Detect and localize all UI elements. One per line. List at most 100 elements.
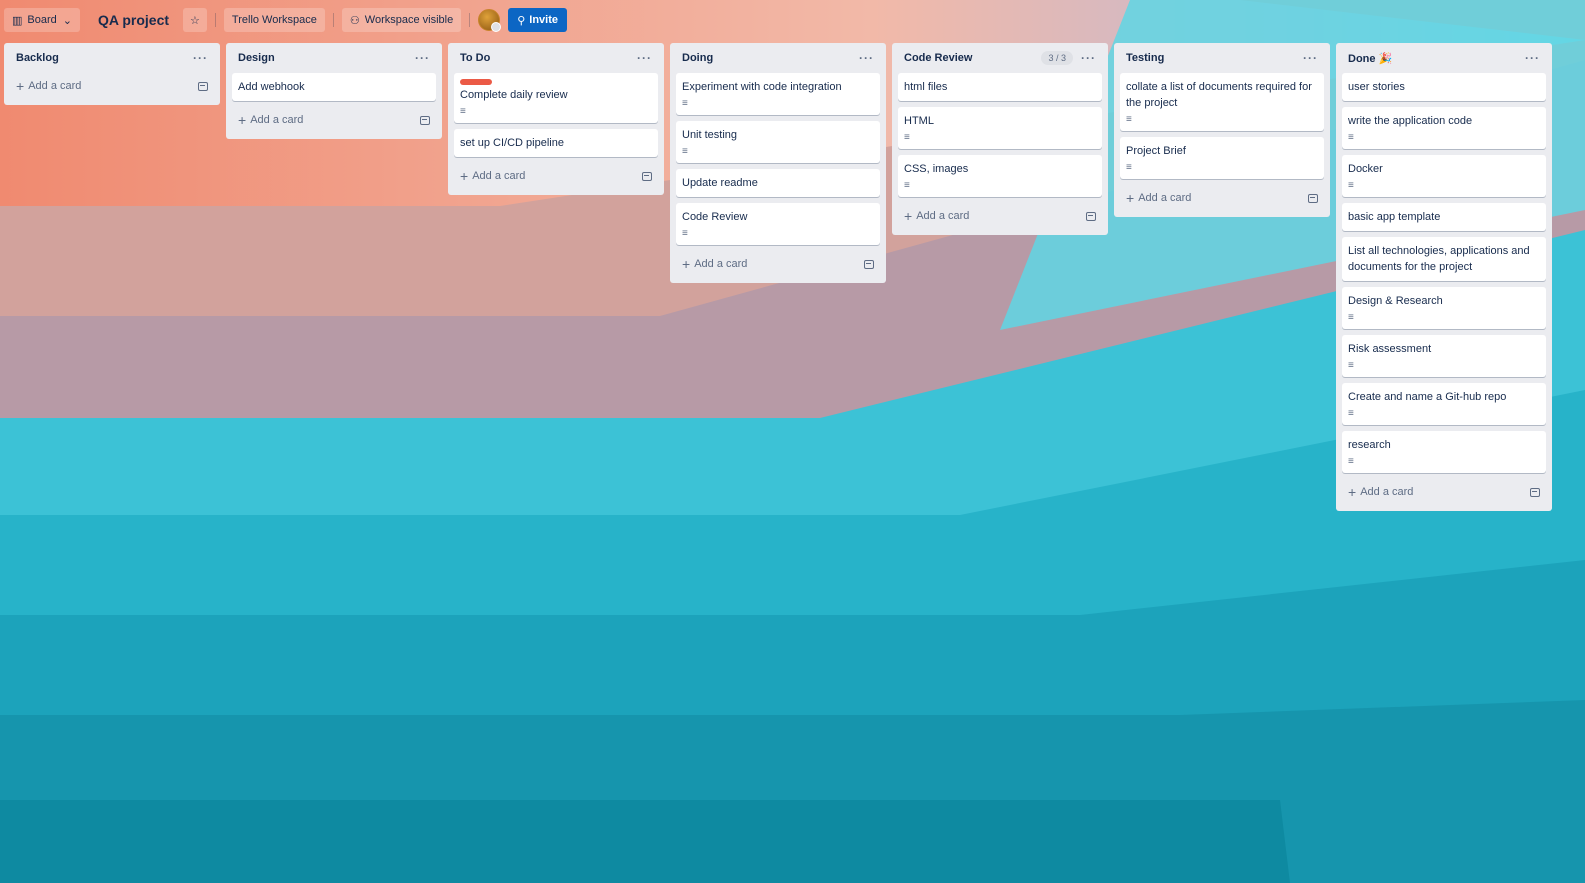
list-header: Backlog ··· (10, 43, 214, 73)
card-template-icon[interactable] (420, 115, 430, 125)
card[interactable]: Risk assessment ≡ (1342, 335, 1546, 377)
card[interactable]: Unit testing ≡ (676, 121, 880, 163)
card[interactable]: List all technologies, applications and … (1342, 237, 1546, 281)
list-column[interactable]: Design ··· Add webhook + Add a card (226, 43, 442, 139)
avatar[interactable] (478, 9, 502, 32)
card[interactable]: html files (898, 73, 1102, 101)
card[interactable]: Code Review ≡ (676, 203, 880, 245)
add-card-label: Add a card (250, 114, 304, 126)
add-card-row: + Add a card (232, 107, 436, 133)
divider (332, 13, 334, 27)
description-icon: ≡ (1126, 162, 1132, 173)
card[interactable]: Experiment with code integration ≡ (676, 73, 880, 115)
description-icon: ≡ (904, 180, 910, 191)
star-button[interactable]: ☆ (183, 8, 207, 32)
card[interactable]: Complete daily review ≡ (454, 73, 658, 123)
list-title[interactable]: Design (238, 52, 275, 64)
card-title: collate a list of documents required for… (1126, 81, 1312, 109)
card[interactable]: Create and name a Git-hub repo ≡ (1342, 383, 1546, 425)
list-column[interactable]: Done 🎉 ··· user stories write the applicati… (1336, 43, 1552, 511)
list-actions: ··· (1303, 51, 1318, 65)
list-title[interactable]: Doing (682, 52, 713, 64)
description-icon: ≡ (682, 146, 688, 157)
list-column[interactable]: To Do ··· Complete daily review ≡ set up CI/… (448, 43, 664, 195)
description-icon: ≡ (682, 98, 688, 109)
list-title[interactable]: Code Review (904, 52, 972, 64)
add-card-row: + Add a card (10, 73, 214, 99)
people-icon: ⚇ (349, 14, 360, 27)
list-actions: ··· (193, 51, 208, 65)
list-header: Design ··· (232, 43, 436, 73)
card[interactable]: user stories (1342, 73, 1546, 101)
list-column[interactable]: Testing ··· collate a list of documents re… (1114, 43, 1330, 217)
card[interactable]: basic app template (1342, 203, 1546, 231)
plus-icon: + (460, 168, 469, 184)
list-header: Done 🎉 ··· (1342, 43, 1546, 73)
add-card-button[interactable]: + Add a card (682, 256, 747, 272)
list-header: To Do ··· (454, 43, 658, 73)
add-card-button[interactable]: + Add a card (16, 79, 82, 93)
visibility-label: Workspace visible (364, 14, 454, 26)
description-icon: ≡ (1348, 180, 1354, 191)
card[interactable]: Add webhook (232, 73, 436, 101)
add-card-label: Add a card (916, 210, 970, 222)
workspace-button[interactable]: Trello Workspace (223, 8, 325, 32)
board-header: ▥ Board ⌄ QA project ☆ Trello Workspace … (0, 0, 1585, 40)
list-menu-icon[interactable]: ··· (1303, 51, 1318, 65)
description-icon: ≡ (1348, 312, 1354, 323)
add-card-button[interactable]: + Add a card (1126, 191, 1191, 205)
list-actions: ··· (637, 51, 652, 65)
card-template-icon[interactable] (1308, 193, 1318, 203)
list-menu-icon[interactable]: ··· (1081, 51, 1096, 65)
list-column[interactable]: Backlog ··· + Add a card (4, 43, 220, 105)
card[interactable]: HTML ≡ (898, 107, 1102, 149)
add-card-label: Add a card (28, 80, 82, 92)
list-menu-icon[interactable]: ··· (415, 51, 430, 65)
visibility-button[interactable]: ⚇ Workspace visible (341, 8, 462, 32)
add-card-button[interactable]: + Add a card (904, 209, 970, 223)
add-card-button[interactable]: + Add a card (460, 168, 525, 184)
card-template-icon[interactable] (198, 81, 208, 91)
card-template-icon[interactable] (864, 259, 874, 269)
description-icon: ≡ (1348, 132, 1354, 143)
list-title[interactable]: To Do (460, 52, 490, 64)
card[interactable]: set up CI/CD pipeline (454, 129, 658, 157)
add-card-button[interactable]: + Add a card (238, 112, 304, 128)
list-title[interactable]: Backlog (16, 52, 59, 64)
card-title: HTML (904, 115, 934, 127)
card[interactable]: CSS, images ≡ (898, 155, 1102, 197)
list-menu-icon[interactable]: ··· (193, 51, 208, 65)
list-menu-icon[interactable]: ··· (1525, 51, 1540, 65)
plus-icon: + (238, 112, 247, 128)
list-column[interactable]: Code Review 3 / 3 ··· html files HTML ≡ CSS, i… (892, 43, 1108, 235)
list-title[interactable]: Done 🎉 (1348, 52, 1392, 65)
card-limit-badge: 3 / 3 (1041, 51, 1073, 65)
list-column[interactable]: Doing ··· Experiment with code integration… (670, 43, 886, 283)
card[interactable]: research ≡ (1342, 431, 1546, 473)
card-template-icon[interactable] (642, 171, 652, 181)
card[interactable]: Design & Research ≡ (1342, 287, 1546, 329)
add-card-button[interactable]: + Add a card (1348, 485, 1413, 499)
invite-button[interactable]: ⚲ Invite (508, 8, 568, 32)
card[interactable]: write the application code ≡ (1342, 107, 1546, 149)
add-card-row: + Add a card (1120, 185, 1324, 211)
card[interactable]: Project Brief ≡ (1120, 137, 1324, 179)
description-icon: ≡ (1348, 360, 1354, 371)
card[interactable]: Update readme (676, 169, 880, 197)
description-icon: ≡ (1348, 456, 1354, 467)
card-label[interactable] (460, 79, 492, 85)
board-view-switcher[interactable]: ▥ Board ⌄ (4, 8, 80, 32)
board-title[interactable]: QA project (98, 12, 169, 28)
divider (469, 13, 471, 27)
card-template-icon[interactable] (1530, 487, 1540, 497)
list-title[interactable]: Testing (1126, 52, 1164, 64)
list-menu-icon[interactable]: ··· (859, 51, 874, 65)
card[interactable]: Docker ≡ (1342, 155, 1546, 197)
board-icon: ▥ (12, 14, 23, 27)
list-menu-icon[interactable]: ··· (637, 51, 652, 65)
list-header: Doing ··· (676, 43, 880, 73)
plus-icon: + (682, 256, 691, 272)
card-template-icon[interactable] (1086, 211, 1096, 221)
card[interactable]: collate a list of documents required for… (1120, 73, 1324, 131)
card-title: Create and name a Git-hub repo (1348, 391, 1507, 403)
